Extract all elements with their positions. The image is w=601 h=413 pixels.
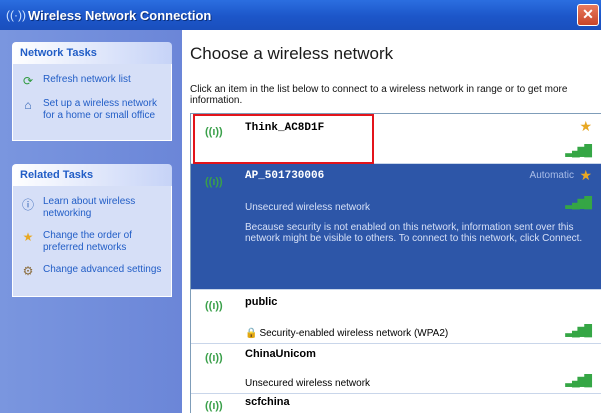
task-label: Refresh network list <box>43 74 131 85</box>
network-row-public[interactable]: ((ı)) public 🔒 Security-enabled wireless … <box>191 290 601 344</box>
setup-wireless-network-link[interactable]: ⌂ Set up a wireless network for a home o… <box>19 98 167 122</box>
main-content: Choose a wireless network Click an item … <box>182 30 601 413</box>
network-ssid: AP_501730006 <box>245 170 325 182</box>
page-title: Choose a wireless network <box>190 44 394 63</box>
learn-wireless-link[interactable]: ⓘ Learn about wireless networking <box>19 196 167 220</box>
antenna-icon: ((ı)) <box>205 400 223 412</box>
settings-icon: ⚙ <box>22 264 34 278</box>
network-tasks-header: Network Tasks <box>12 42 172 64</box>
network-row-chinaunicom[interactable]: ((ı)) ChinaUnicom Unsecured wireless net… <box>191 344 601 394</box>
network-tasks-panel: Network Tasks ⟳ Refresh network list ⌂ S… <box>12 42 172 141</box>
network-ssid: ChinaUnicom <box>245 348 316 360</box>
connection-status: Automatic <box>529 170 574 181</box>
close-button[interactable]: ✕ <box>577 4 599 26</box>
task-label: Change advanced settings <box>43 264 162 275</box>
security-status: Unsecured wireless network <box>245 202 371 213</box>
preferred-star-icon: ★ <box>579 167 592 183</box>
wireless-icon: ((·)) <box>6 8 26 22</box>
info-icon: ⓘ <box>21 198 34 212</box>
security-label: Security-enabled wireless network (WPA2) <box>259 328 449 339</box>
annotation-highlight-box <box>193 114 374 164</box>
signal-strength-icon: ▂▄▆█ <box>565 375 591 387</box>
task-label: Set up a wireless network for a home or … <box>43 98 157 121</box>
change-order-link[interactable]: ★ Change the order of preferred networks <box>19 230 167 254</box>
related-tasks-header: Related Tasks <box>12 164 172 186</box>
advanced-settings-link[interactable]: ⚙ Change advanced settings <box>19 264 167 278</box>
network-row-ap[interactable]: ((ı)) AP_501730006 Automatic ★ Unsecured… <box>191 164 601 290</box>
security-status: 🔒 Security-enabled wireless network (WPA2… <box>245 328 448 339</box>
security-status: Unsecured wireless network <box>245 378 371 389</box>
task-label: Change the order of preferred networks <box>43 230 132 253</box>
antenna-icon: ((ı)) <box>205 352 223 364</box>
antenna-icon: ((ı)) <box>205 300 223 312</box>
network-row-scfchina[interactable]: ((ı)) scfchina <box>191 394 601 413</box>
title-bar: ((·)) Wireless Network Connection ✕ <box>0 0 601 30</box>
security-warning-text: Because security is not enabled on this … <box>245 222 583 244</box>
setup-icon: ⌂ <box>24 98 32 112</box>
task-label: Learn about wireless networking <box>43 196 136 219</box>
refresh-network-list-link[interactable]: ⟳ Refresh network list <box>19 74 167 88</box>
instructions-text: Click an item in the list below to conne… <box>190 84 568 106</box>
refresh-icon: ⟳ <box>22 74 34 88</box>
antenna-icon: ((ı)) <box>205 176 223 188</box>
task-pane: Network Tasks ⟳ Refresh network list ⌂ S… <box>0 30 182 413</box>
signal-strength-icon: ▂▄▆█ <box>565 145 591 157</box>
preferred-star-icon: ★ <box>579 118 592 134</box>
related-tasks-panel: Related Tasks ⓘ Learn about wireless net… <box>12 164 172 297</box>
window-title: Wireless Network Connection <box>28 7 212 23</box>
signal-strength-icon: ▂▄▆█ <box>565 197 591 209</box>
network-ssid: scfchina <box>245 396 290 408</box>
network-ssid: public <box>245 296 278 308</box>
lock-icon: 🔒 <box>245 328 258 339</box>
star-icon: ★ <box>22 230 34 244</box>
signal-strength-icon: ▂▄▆█ <box>565 325 591 337</box>
